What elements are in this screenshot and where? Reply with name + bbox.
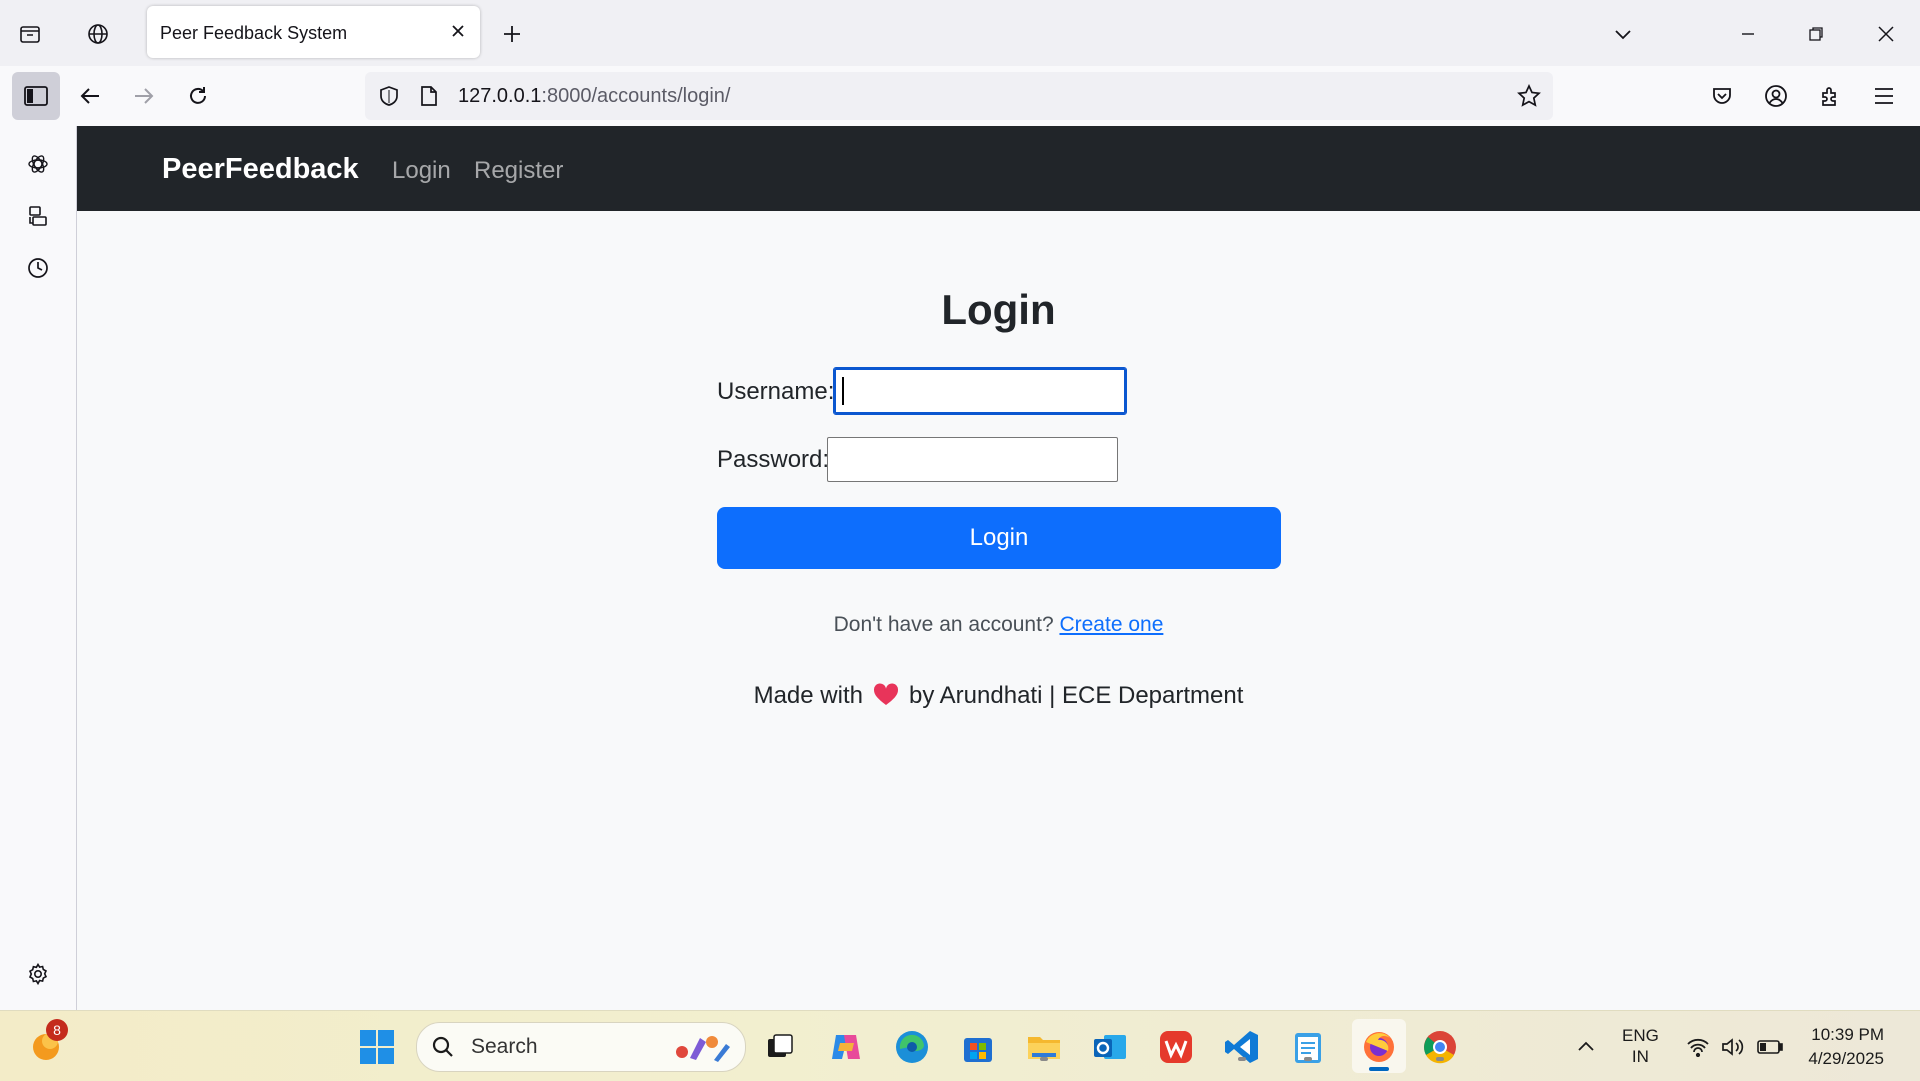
page-info-icon[interactable] bbox=[417, 84, 441, 108]
show-hidden-icons-chevron-up-icon[interactable] bbox=[1566, 1027, 1606, 1067]
os-taskbar: 8 Search ENG IN 10:39 PM 4/29/2025 bbox=[0, 1010, 1920, 1081]
synced-tabs-icon[interactable] bbox=[22, 200, 54, 232]
notification-badge: 8 bbox=[46, 1019, 68, 1041]
forward-arrow-icon[interactable] bbox=[128, 80, 160, 112]
running-indicator bbox=[1304, 1057, 1312, 1061]
url-host: 127.0.0.1 bbox=[458, 85, 542, 107]
edge-browser-icon[interactable] bbox=[892, 1027, 932, 1067]
clock-date: 4/29/2025 bbox=[1808, 1049, 1884, 1068]
footer-credit: by Arundhati | ECE Department bbox=[908, 682, 1244, 709]
site-navbar: PeerFeedback Login Register bbox=[77, 126, 1920, 211]
minimize-icon[interactable] bbox=[1732, 18, 1764, 50]
settings-gear-icon[interactable] bbox=[22, 958, 54, 990]
file-explorer-icon[interactable] bbox=[1024, 1027, 1064, 1067]
nav-login-link[interactable]: Login bbox=[392, 157, 451, 185]
notepad-icon[interactable] bbox=[1288, 1027, 1328, 1067]
url-bar[interactable]: 127.0.0.1:8000/accounts/login/ bbox=[365, 72, 1553, 120]
sidebar-toggle-icon[interactable] bbox=[12, 72, 60, 120]
signup-prompt-text: Don't have an account? bbox=[833, 613, 1054, 636]
footer-made-with: Made with bbox=[753, 682, 863, 709]
create-account-link[interactable]: Create one bbox=[1059, 613, 1163, 636]
tab-title: Peer Feedback System bbox=[160, 23, 348, 43]
tab-overview-icon[interactable] bbox=[14, 18, 46, 50]
vscode-icon[interactable] bbox=[1222, 1027, 1262, 1067]
weather-widget-icon[interactable]: 8 bbox=[26, 1019, 68, 1065]
list-tabs-chevron-down-icon[interactable] bbox=[1607, 18, 1639, 50]
new-tab-icon[interactable] bbox=[496, 18, 528, 50]
password-label: Password: bbox=[717, 446, 830, 473]
reload-icon[interactable] bbox=[182, 80, 214, 112]
clock-time: 10:39 PM bbox=[1811, 1025, 1884, 1044]
browser-tab-strip: Peer Feedback System bbox=[0, 0, 1920, 66]
url-text[interactable]: 127.0.0.1:8000/accounts/login/ bbox=[458, 85, 730, 108]
language-indicator[interactable]: ENG IN bbox=[1622, 1025, 1659, 1067]
volume-icon[interactable] bbox=[1712, 1027, 1752, 1067]
firefox-icon[interactable] bbox=[1352, 1019, 1406, 1073]
brand-logo-link[interactable]: PeerFeedback bbox=[162, 153, 359, 186]
extensions-icon[interactable] bbox=[1814, 80, 1846, 112]
copilot-icon[interactable] bbox=[826, 1027, 866, 1067]
ai-chatbot-icon[interactable] bbox=[22, 148, 54, 180]
username-label: Username: bbox=[717, 378, 835, 405]
active-window-indicator bbox=[1369, 1067, 1389, 1071]
bookmark-star-icon[interactable] bbox=[1516, 83, 1542, 109]
username-input[interactable] bbox=[833, 367, 1127, 415]
page-title: Login bbox=[941, 286, 1056, 333]
running-indicator bbox=[1040, 1057, 1048, 1061]
task-view-icon[interactable] bbox=[760, 1027, 800, 1067]
running-indicator bbox=[1436, 1057, 1444, 1061]
battery-icon[interactable] bbox=[1750, 1027, 1790, 1067]
globe-icon[interactable] bbox=[82, 18, 114, 50]
page-viewport: PeerFeedback Login Register Login Userna… bbox=[77, 126, 1920, 1010]
text-caret bbox=[842, 377, 844, 405]
search-placeholder: Search bbox=[471, 1035, 538, 1058]
browser-nav-bar: 127.0.0.1:8000/accounts/login/ bbox=[0, 66, 1920, 126]
back-arrow-icon[interactable] bbox=[74, 80, 106, 112]
url-path: :8000/accounts/login/ bbox=[541, 85, 731, 107]
account-icon[interactable] bbox=[1760, 80, 1792, 112]
close-icon[interactable] bbox=[446, 19, 470, 43]
wps-office-icon[interactable] bbox=[1156, 1027, 1196, 1067]
microsoft-store-icon[interactable] bbox=[958, 1027, 998, 1067]
browser-sidebar bbox=[0, 126, 77, 1010]
history-clock-icon[interactable] bbox=[22, 252, 54, 284]
password-input[interactable] bbox=[827, 437, 1118, 482]
menu-hamburger-icon[interactable] bbox=[1868, 80, 1900, 112]
language-code: ENG bbox=[1622, 1026, 1659, 1045]
outlook-icon[interactable] bbox=[1090, 1027, 1130, 1067]
footer-note: Made with by Arundhati | ECE Department bbox=[77, 682, 1920, 714]
keyboard-region: IN bbox=[1631, 1047, 1649, 1066]
heart-icon bbox=[873, 683, 899, 714]
running-indicator bbox=[1238, 1057, 1246, 1061]
active-tab[interactable]: Peer Feedback System bbox=[147, 6, 480, 58]
nav-register-link[interactable]: Register bbox=[474, 157, 563, 185]
restore-icon[interactable] bbox=[1800, 18, 1832, 50]
windows-start-icon[interactable] bbox=[357, 1027, 397, 1067]
system-clock[interactable]: 10:39 PM 4/29/2025 bbox=[1808, 1023, 1884, 1071]
taskbar-search-box[interactable]: Search bbox=[416, 1022, 746, 1072]
search-icon bbox=[431, 1035, 455, 1059]
shield-icon[interactable] bbox=[377, 84, 401, 108]
window-close-icon[interactable] bbox=[1870, 18, 1902, 50]
pocket-icon[interactable] bbox=[1706, 80, 1738, 112]
signup-prompt: Don't have an account? Create one bbox=[77, 613, 1920, 637]
search-highlight-icon bbox=[669, 1029, 733, 1065]
login-submit-button[interactable]: Login bbox=[717, 507, 1281, 569]
chrome-icon[interactable] bbox=[1420, 1027, 1460, 1067]
